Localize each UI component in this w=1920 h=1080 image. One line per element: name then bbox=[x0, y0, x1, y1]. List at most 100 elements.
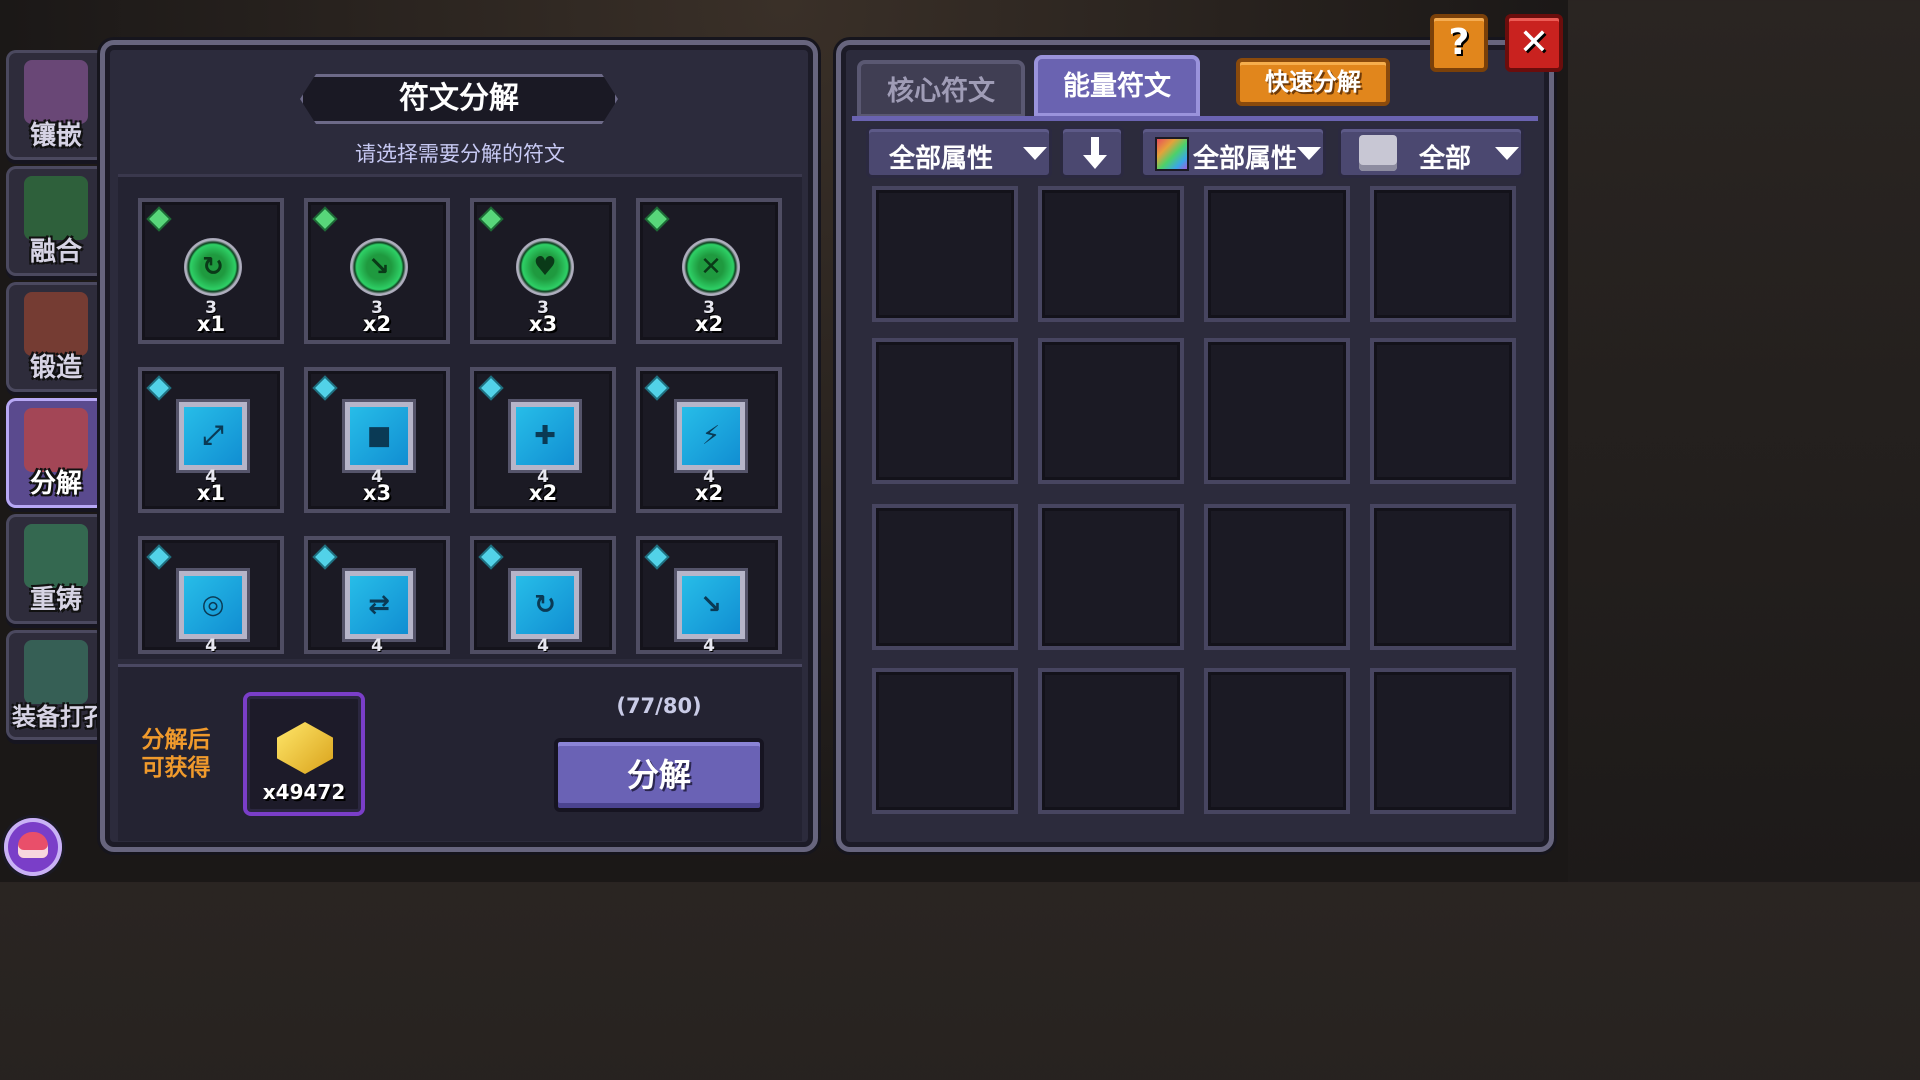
inventory-slot[interactable] bbox=[1038, 668, 1184, 814]
rune-slot[interactable]: ↘ 3 x2 bbox=[304, 198, 450, 344]
color-attribute-filter-dropdown[interactable]: 全部属性 bbox=[1140, 126, 1326, 178]
rarity-gem-icon bbox=[315, 547, 335, 567]
tab-core-runes[interactable]: 核心符文 bbox=[857, 60, 1025, 118]
cyan-rune-icon: ⚡ bbox=[682, 407, 740, 465]
close-button[interactable]: ✕ bbox=[1505, 14, 1563, 72]
green-rune-icon: ✕ bbox=[682, 238, 740, 296]
attribute-filter-label: 全部属性 bbox=[889, 144, 994, 174]
inventory-slot[interactable] bbox=[872, 504, 1018, 650]
reward-label-line-1: 分解后 bbox=[141, 727, 211, 753]
rarity-gem-icon bbox=[647, 547, 667, 567]
decompose-button[interactable]: 分解 bbox=[554, 738, 764, 812]
rune-slot[interactable]: ♥ 3 x3 bbox=[470, 198, 616, 344]
rune-capacity: (77/80) bbox=[616, 694, 702, 718]
help-icon: ? bbox=[1448, 22, 1470, 63]
rarity-gem-icon bbox=[647, 378, 667, 398]
type-filter-dropdown[interactable]: 全部 bbox=[1338, 126, 1524, 178]
panel-title: 符文分解 bbox=[399, 81, 519, 116]
quick-decompose-button[interactable]: 快速分解 bbox=[1236, 58, 1390, 106]
inventory-slot[interactable] bbox=[1038, 186, 1184, 322]
rune-count: x2 bbox=[694, 312, 724, 336]
rune-glyph: ↻ bbox=[202, 252, 224, 282]
inventory-slot[interactable] bbox=[872, 186, 1018, 322]
cyan-rune-icon: ↻ bbox=[516, 576, 574, 634]
rune-slot[interactable]: ↘ 4 bbox=[636, 536, 782, 656]
rune-glyph: ✕ bbox=[700, 252, 722, 282]
panel-subtitle: 请选择需要分解的符文 bbox=[355, 142, 565, 166]
rune-slot[interactable]: ↻ 4 bbox=[470, 536, 616, 656]
rune-level: 4 bbox=[537, 636, 549, 656]
rune-slot[interactable]: ■ 4 x3 bbox=[304, 367, 450, 513]
rarity-gem-icon bbox=[149, 378, 169, 398]
sidebar-item-label: 重铸 bbox=[29, 585, 82, 615]
rune-slot[interactable]: ⤢ 4 x1 bbox=[138, 367, 284, 513]
gold-material-icon bbox=[277, 722, 333, 774]
inventory-slot[interactable] bbox=[1370, 186, 1516, 322]
rune-count: x3 bbox=[528, 312, 558, 336]
rune-slot[interactable]: ⚡ 4 x2 bbox=[636, 367, 782, 513]
rune-glyph: ⇄ bbox=[368, 590, 390, 620]
inventory-slot[interactable] bbox=[1204, 504, 1350, 650]
inventory-slot[interactable] bbox=[872, 338, 1018, 484]
reward-label: 分解后 可获得 bbox=[126, 726, 226, 782]
cyan-rune-icon: ⇄ bbox=[350, 576, 408, 634]
rune-glyph: ⚡ bbox=[701, 421, 721, 451]
inventory-slot[interactable] bbox=[1370, 668, 1516, 814]
rune-count: x2 bbox=[528, 481, 558, 505]
close-icon: ✕ bbox=[1518, 22, 1550, 63]
sidebar-item-4[interactable]: 重铸 bbox=[6, 514, 106, 624]
rune-slot[interactable]: ✚ 4 x2 bbox=[470, 367, 616, 513]
reward-count: x49472 bbox=[262, 780, 346, 804]
rune-glyph: ◎ bbox=[201, 590, 225, 620]
sidebar-item-5[interactable]: 装备打孔 bbox=[6, 630, 108, 740]
chevron-down-icon bbox=[1495, 147, 1519, 160]
chevron-down-icon bbox=[1023, 147, 1047, 160]
rune-glyph: ■ bbox=[366, 421, 392, 451]
cyan-rune-icon: ✚ bbox=[516, 407, 574, 465]
inventory-slot[interactable] bbox=[1204, 668, 1350, 814]
inventory-slot[interactable] bbox=[1370, 338, 1516, 484]
rarity-gem-icon bbox=[481, 547, 501, 567]
rarity-gem-icon bbox=[481, 209, 501, 229]
rune-level: 4 bbox=[205, 636, 217, 656]
inventory-slot[interactable] bbox=[1038, 504, 1184, 650]
inventory-slot[interactable] bbox=[872, 668, 1018, 814]
reward-label-line-2: 可获得 bbox=[141, 755, 211, 781]
inventory-slot[interactable] bbox=[1204, 186, 1350, 322]
color-attribute-filter-label: 全部属性 bbox=[1193, 144, 1298, 174]
rune-count: x3 bbox=[362, 481, 392, 505]
rune-slot[interactable]: ↻ 3 x1 bbox=[138, 198, 284, 344]
rarity-gem-icon bbox=[647, 209, 667, 229]
cyan-rune-icon: ■ bbox=[350, 407, 408, 465]
inventory-slot[interactable] bbox=[1370, 504, 1516, 650]
sort-down-arrow-icon bbox=[1083, 137, 1107, 169]
sidebar-item-label: 分解 bbox=[29, 469, 82, 499]
rune-slot[interactable]: ✕ 3 x2 bbox=[636, 198, 782, 344]
tab-energy-runes[interactable]: 能量符文 bbox=[1034, 55, 1200, 117]
rune-glyph: ♥ bbox=[533, 252, 557, 282]
sidebar-item-0[interactable]: 镶嵌 bbox=[6, 50, 106, 160]
tab-divider bbox=[852, 116, 1538, 121]
sidebar-item-3[interactable]: 分解 bbox=[6, 398, 106, 508]
rarity-gem-icon bbox=[315, 209, 335, 229]
sidebar-item-2[interactable]: 锻造 bbox=[6, 282, 106, 392]
sort-button[interactable] bbox=[1060, 126, 1124, 178]
sidebar-item-1[interactable]: 融合 bbox=[6, 166, 106, 276]
rarity-gem-icon bbox=[149, 209, 169, 229]
inventory-slot[interactable] bbox=[1038, 338, 1184, 484]
rune-count: x1 bbox=[196, 481, 226, 505]
mushroom-icon bbox=[18, 832, 48, 858]
cyan-rune-icon: ⤢ bbox=[184, 407, 242, 465]
sidebar-item-label: 锻造 bbox=[29, 353, 82, 383]
avatar[interactable] bbox=[4, 818, 62, 876]
help-button[interactable]: ? bbox=[1430, 14, 1488, 72]
rune-glyph: ⤢ bbox=[202, 420, 224, 451]
inventory-slot[interactable] bbox=[1204, 338, 1350, 484]
rune-slot[interactable]: ⇄ 4 bbox=[304, 536, 450, 656]
chevron-down-icon bbox=[1297, 147, 1321, 160]
reward-item-slot[interactable]: x49472 bbox=[243, 692, 365, 816]
attribute-filter-dropdown[interactable]: 全部属性 bbox=[866, 126, 1052, 178]
rune-slot[interactable]: ◎ 4 bbox=[138, 536, 284, 656]
rune-level: 4 bbox=[371, 636, 383, 656]
rune-glyph: ↘ bbox=[368, 252, 390, 282]
